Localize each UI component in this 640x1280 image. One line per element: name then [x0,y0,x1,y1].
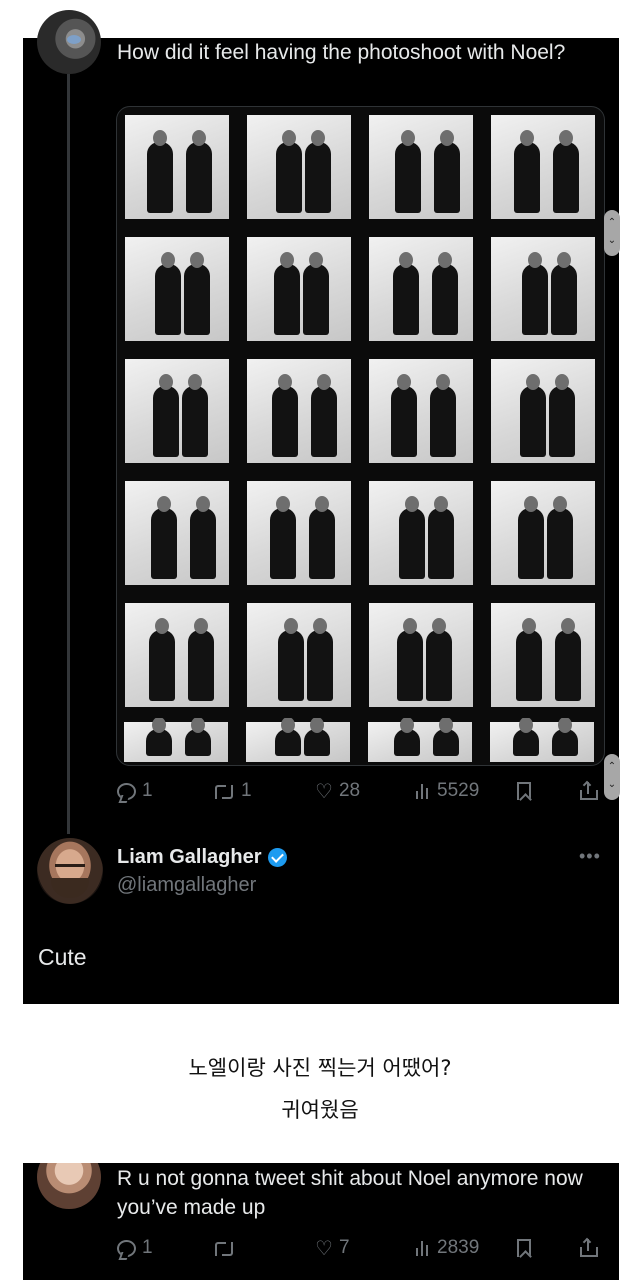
contact-sheet-frame [246,718,350,762]
repost-icon [213,783,235,799]
views-count: 2839 [437,1237,480,1258]
views-button[interactable]: 2839 [415,1235,479,1261]
heart-icon: ♡ [315,1236,333,1260]
repost-count: 1 [241,780,252,801]
author-name: Liam Gallagher [117,846,262,868]
views-button[interactable]: 5529 [415,778,479,804]
contact-sheet-frame [368,718,472,762]
reply-count: 1 [142,780,153,801]
repost-icon [213,1240,235,1256]
tweet-photo[interactable] [116,106,605,766]
contact-sheet-frame [247,237,351,341]
repost-button[interactable] [213,1235,241,1261]
share-button[interactable] [580,778,598,804]
reply-icon [117,1239,136,1257]
contact-sheet-frame [490,718,594,762]
caption-line-2: 귀여웠음 [281,1098,359,1122]
author-handle[interactable]: @liamgallagher [117,874,256,897]
bookmark-button[interactable] [517,1235,531,1261]
views-count: 5529 [437,780,480,801]
second-tweet-panel: R u not gonna tweet shit about Noel anym… [23,1163,619,1280]
author-name-row[interactable]: Liam Gallagher [117,846,287,869]
reply-count: 1 [142,1237,153,1258]
like-button[interactable]: ♡ 28 [315,778,360,804]
thread-line [67,74,70,834]
contact-sheet-frame [369,115,473,219]
contact-sheet-frame [125,237,229,341]
contact-sheet-frame [491,481,595,585]
tweet-photo-strip[interactable] [116,718,605,766]
contact-sheet-frame [491,359,595,463]
verified-badge-icon [267,848,287,867]
like-button[interactable]: ♡ 7 [315,1235,350,1261]
contact-sheet-frame [491,115,595,219]
bookmark-icon [517,1239,531,1257]
contact-sheet-frame [125,359,229,463]
tweet-text: How did it feel having the photoshoot wi… [117,41,566,64]
avatar[interactable] [37,10,101,74]
repost-button[interactable]: 1 [213,778,252,804]
contact-sheet-frame [247,481,351,585]
heart-icon: ♡ [315,779,333,803]
contact-sheet-frame [491,603,595,707]
contact-sheet-frame [125,481,229,585]
like-count: 7 [338,1237,350,1258]
like-count: 28 [338,780,361,801]
more-icon[interactable]: ••• [579,846,601,867]
contact-sheet-frame [369,603,473,707]
contact-sheet-frame [125,603,229,707]
contact-sheet-frame [369,237,473,341]
bookmark-button[interactable] [517,778,531,804]
contact-sheet-frame [369,481,473,585]
reply-button[interactable]: 1 [117,778,153,804]
reply-icon [117,782,136,800]
share-button[interactable] [580,1235,598,1261]
contact-sheet-frame [369,359,473,463]
author-avatar[interactable] [37,838,103,904]
reply-button[interactable]: 1 [117,1235,153,1261]
bookmark-icon [517,782,531,800]
contact-sheet-frame [247,603,351,707]
share-icon [580,1237,598,1257]
scroll-nub[interactable]: ⌃ ⌄ [604,210,620,256]
share-icon [580,780,598,800]
contact-sheet-frame [247,115,351,219]
caption-line-1: 노엘이랑 사진 찍는거 어땠어? [188,1056,452,1080]
views-icon [415,783,431,799]
reply-text: Cute [38,944,87,970]
tweet-thread-panel: How did it feel having the photoshoot wi… [23,10,620,1004]
scroll-nub[interactable]: ⌃ ⌄ [604,754,620,800]
contact-sheet-frame [124,718,228,762]
contact-sheet-frame [491,237,595,341]
tweet-actions: 1 ♡ 7 2839 [117,1235,598,1261]
tweet-text: R u not gonna tweet shit about Noel anym… [117,1167,583,1219]
tweet-actions: 1 1 ♡ 28 5529 [117,778,598,804]
views-icon [415,1240,431,1256]
contact-sheet-frame [247,359,351,463]
contact-sheet-frame [125,115,229,219]
avatar[interactable] [37,1163,101,1209]
